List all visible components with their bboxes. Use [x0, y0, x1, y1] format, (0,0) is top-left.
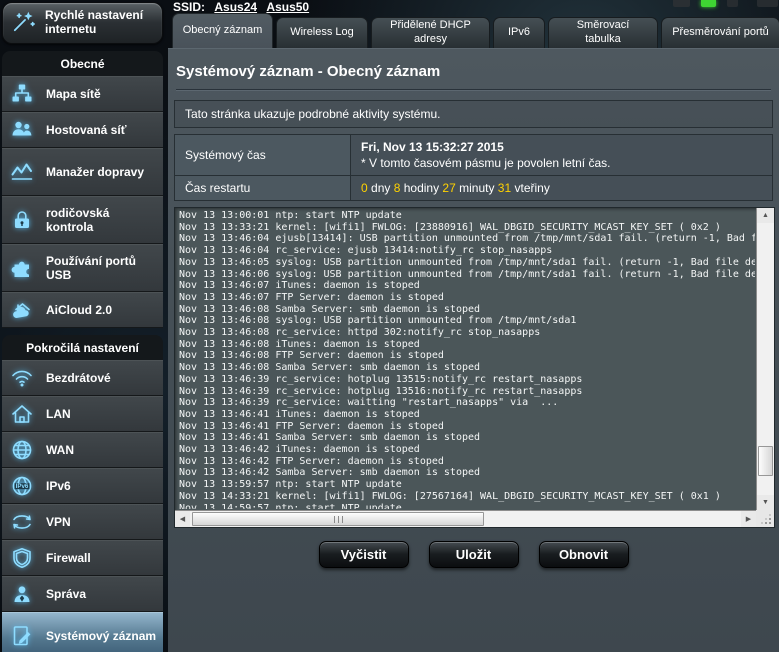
sidebar-item-label: Manažer dopravy — [46, 165, 144, 179]
sidebar-item-label: Firewall — [46, 551, 91, 565]
clear-button[interactable]: Vyčistit — [319, 541, 409, 568]
system-time-datetime: Fri, Nov 13 15:32:27 2015 — [361, 140, 762, 154]
vertical-scrollbar-thumb[interactable] — [758, 446, 773, 476]
quick-setup-label: Rychlé nastavení internetu — [45, 9, 154, 37]
notification-icon[interactable] — [673, 0, 690, 7]
sidebar-item-label: Systémový záznam — [46, 629, 156, 643]
sidebar-item-vpn[interactable]: VPN — [2, 504, 163, 540]
sidebar-item-firewall[interactable]: Firewall — [2, 540, 163, 576]
lan-status-icon[interactable] — [701, 0, 716, 7]
aicloud-icon — [6, 298, 38, 322]
content-panel: Systémový záznam - Obecný záznam Tato st… — [168, 48, 779, 652]
network-map-icon — [6, 82, 38, 106]
tab-routing-table[interactable]: Směrovací tabulka — [548, 17, 658, 48]
sidebar-item-label: WAN — [46, 443, 74, 457]
wifi-status-icon[interactable] — [727, 0, 738, 7]
sidebar-section-general: Obecné — [2, 51, 163, 76]
table-row: Systémový čas Fri, Nov 13 15:32:27 2015 … — [175, 135, 773, 176]
sidebar-item-traffic-manager[interactable]: Manažer dopravy — [2, 148, 163, 196]
sidebar-item-wan[interactable]: WAN — [2, 432, 163, 468]
page-description: Tato stránka ukazuje podrobné aktivity s… — [174, 100, 773, 128]
sidebar-item-label: LAN — [46, 407, 71, 421]
uptime-value: 0 dny 8 hodiny 27 minuty 31 vteřiny — [361, 181, 550, 195]
resize-grip[interactable] — [756, 510, 774, 527]
sidebar-item-label: AiCloud 2.0 — [46, 303, 112, 317]
magic-wand-icon — [11, 8, 37, 38]
firewall-icon — [6, 546, 38, 570]
horizontal-scrollbar-thumb[interactable] — [192, 512, 484, 526]
sidebar-item-guest-network[interactable]: Hostovaná síť — [2, 112, 163, 148]
scroll-up-arrow-icon[interactable]: ▲ — [757, 208, 774, 223]
sidebar-item-lan[interactable]: LAN — [2, 396, 163, 432]
sidebar-section-advanced: Pokročilá nastavení — [2, 335, 163, 360]
scroll-left-arrow-icon[interactable]: ◀ — [175, 511, 190, 527]
sidebar: Rychlé nastavení internetu Obecné Mapa s… — [0, 0, 166, 652]
system-log-icon — [6, 624, 38, 648]
sidebar-item-wireless[interactable]: Bezdrátové — [2, 360, 163, 396]
sidebar-item-network-map[interactable]: Mapa sítě — [2, 76, 163, 112]
uptime-label: Čas restartu — [175, 176, 351, 201]
scroll-right-arrow-icon[interactable]: ▶ — [741, 511, 756, 527]
scroll-down-arrow-icon[interactable]: ▼ — [757, 495, 774, 510]
ssid-label: SSID: — [173, 0, 205, 14]
sidebar-menu-advanced: Bezdrátové LAN WAN IPv6 IPv6 — [2, 360, 163, 652]
wan-icon — [6, 438, 38, 462]
usb-ports-icon — [6, 256, 38, 280]
tab-dhcp-leases[interactable]: Přidělené DHCP adresy — [371, 17, 490, 48]
save-button[interactable]: Uložit — [429, 541, 519, 568]
resize-grip-dots-icon — [769, 522, 771, 524]
wireless-icon — [6, 366, 38, 390]
sidebar-item-label: Bezdrátové — [46, 371, 111, 385]
sidebar-item-ipv6[interactable]: IPv6 IPv6 — [2, 468, 163, 504]
system-log-textarea[interactable]: Nov 13 13:00:01 ntp: start NTP update No… — [174, 207, 775, 528]
traffic-manager-icon — [6, 160, 38, 184]
sidebar-item-label: rodičovská kontrola — [46, 206, 159, 234]
router-admin-page: Rychlé nastavení internetu Obecné Mapa s… — [0, 0, 779, 652]
parental-control-icon — [6, 208, 38, 232]
tab-port-forwarding[interactable]: Přesměrování portů — [661, 17, 779, 48]
tab-ipv6[interactable]: IPv6 — [493, 17, 545, 48]
ssid-link-asus50[interactable]: Asus50 — [266, 0, 309, 14]
sidebar-item-administration[interactable]: Správa — [2, 576, 163, 612]
sidebar-item-label: Používání portů USB — [46, 254, 159, 282]
ssid-row: SSID: Asus24 Asus50 — [173, 0, 309, 14]
sidebar-item-label: IPv6 — [46, 479, 71, 493]
sidebar-item-system-log[interactable]: Systémový záznam — [2, 612, 163, 652]
sidebar-item-label: Hostovaná síť — [46, 123, 126, 137]
sidebar-menu-general: Mapa sítě Hostovaná síť Manažer dopravy … — [2, 76, 163, 328]
guest-network-icon — [6, 118, 38, 142]
scrollbar-grip-icon — [334, 516, 343, 523]
system-info-table: Systémový čas Fri, Nov 13 15:32:27 2015 … — [174, 134, 773, 201]
horizontal-scrollbar[interactable]: ◀ ▶ — [175, 510, 756, 527]
lan-icon — [6, 402, 38, 426]
ssid-link-asus24[interactable]: Asus24 — [214, 0, 257, 14]
sidebar-item-usb-application[interactable]: Používání portů USB — [2, 244, 163, 292]
tab-wireless-log[interactable]: Wireless Log — [276, 17, 368, 48]
vpn-icon — [6, 510, 38, 534]
svg-text:IPv6: IPv6 — [16, 483, 29, 490]
ipv6-icon: IPv6 — [6, 474, 38, 498]
quick-internet-setup-button[interactable]: Rychlé nastavení internetu — [2, 2, 163, 44]
vertical-scrollbar[interactable]: ▲ ▼ — [756, 208, 774, 510]
system-time-label: Systémový čas — [175, 135, 351, 176]
system-time-value: Fri, Nov 13 15:32:27 2015 * V tomto časo… — [351, 135, 773, 176]
sidebar-item-label: Správa — [46, 587, 86, 601]
log-text: Nov 13 13:00:01 ntp: start NTP update No… — [176, 209, 755, 509]
page-title: Systémový záznam - Obecný záznam — [176, 63, 771, 90]
sidebar-item-label: Mapa sítě — [46, 87, 101, 101]
sidebar-item-label: VPN — [46, 515, 71, 529]
sidebar-item-aicloud[interactable]: AiCloud 2.0 — [2, 292, 163, 328]
table-row: Čas restartu 0 dny 8 hodiny 27 minuty 31… — [175, 176, 773, 201]
action-buttons: Vyčistit Uložit Obnovit — [174, 541, 773, 568]
tab-bar: Obecný záznam Wireless Log Přidělené DHC… — [172, 13, 779, 48]
tab-general-log[interactable]: Obecný záznam — [172, 13, 273, 48]
dst-note: * V tomto časovém pásmu je povolen letní… — [361, 156, 762, 170]
main-area: SSID: Asus24 Asus50 Obecný záznam Wirele… — [168, 0, 779, 652]
reboot-icon[interactable] — [757, 0, 778, 7]
admin-icon — [6, 582, 38, 606]
refresh-button[interactable]: Obnovit — [539, 541, 629, 568]
sidebar-item-parental-control[interactable]: rodičovská kontrola — [2, 196, 163, 244]
